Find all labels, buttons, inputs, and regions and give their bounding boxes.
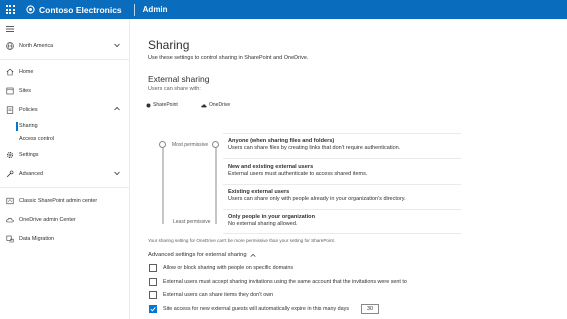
policies-icon — [6, 106, 14, 114]
sidebar-item-classic-admin[interactable]: Classic SharePoint admin center — [0, 194, 130, 208]
option-description: Users can share only with people already… — [228, 196, 406, 202]
checkbox-same-account-label: External users must accept sharing invit… — [163, 279, 407, 285]
sidebar-item-label: OneDrive admin Center — [19, 217, 76, 223]
chevron-up-icon — [250, 253, 256, 257]
option-divider — [223, 133, 461, 134]
option-org-only: Only people in your organization No exte… — [228, 214, 315, 227]
sidebar-item-settings[interactable]: Settings — [0, 148, 130, 162]
cloud-icon — [6, 217, 14, 223]
hamburger-menu-icon[interactable] — [6, 26, 14, 32]
onedrive-note: Your sharing setting for OneDrive can't … — [148, 238, 336, 243]
home-icon — [6, 68, 14, 76]
option-description: Users can share files by creating links … — [228, 145, 401, 151]
most-permissive-label: Most permissive — [172, 142, 209, 148]
gear-icon — [6, 151, 14, 159]
migration-icon — [6, 235, 14, 243]
sharepoint-column-header: SharePoint — [146, 102, 178, 108]
chevron-up-icon — [114, 106, 120, 111]
checkbox-guest-expire-label: Site access for new external guests will… — [163, 306, 350, 312]
onedrive-icon — [201, 103, 207, 107]
option-title: New and existing external users — [228, 164, 314, 170]
sidebar-item-label: Sites — [19, 88, 31, 94]
sharepoint-label: SharePoint — [153, 102, 178, 108]
users-can-share-label: Users can share with: — [148, 86, 201, 92]
option-existing-external: Existing external users Users can share … — [228, 189, 406, 202]
sharepoint-slider-thumb[interactable] — [159, 141, 166, 148]
chevron-down-icon — [114, 171, 120, 176]
option-title: Only people in your organization — [228, 214, 316, 220]
sidebar-item-advanced[interactable]: Advanced — [0, 167, 130, 181]
onedrive-column-header: OneDrive — [201, 102, 230, 108]
sidebar-item-sharing[interactable]: Sharing — [19, 123, 38, 129]
sidebar-item-home[interactable]: Home — [0, 65, 130, 79]
topbar-divider — [133, 3, 135, 16]
advanced-settings-heading: Advanced settings for external sharing — [148, 252, 247, 258]
sidebar: North America Home Sites Policies Sharin… — [0, 19, 130, 319]
checkbox-domains-label: Allow or block sharing with people on sp… — [163, 265, 294, 271]
expire-days-input[interactable]: 30 — [361, 304, 379, 314]
sidebar-item-sites[interactable]: Sites — [0, 84, 130, 98]
option-description: No external sharing allowed. — [228, 221, 298, 227]
active-indicator — [16, 122, 18, 131]
sharepoint-icon — [146, 103, 151, 107]
region-selector[interactable]: North America — [0, 39, 130, 53]
sidebar-item-label: Home — [19, 69, 34, 75]
checkbox-guest-expire[interactable] — [149, 305, 157, 313]
waffle-icon — [5, 5, 15, 14]
sidebar-item-label: Advanced — [19, 171, 43, 177]
sidebar-item-data-migration[interactable]: Data Migration — [0, 232, 130, 246]
option-anyone: Anyone (when sharing files and folders) … — [228, 138, 400, 151]
option-title: Anyone (when sharing files and folders) — [228, 138, 335, 144]
onedrive-slider-thumb[interactable] — [212, 141, 219, 148]
sidebar-item-label: Classic SharePoint admin center — [19, 198, 98, 204]
option-new-existing-external: New and existing external users External… — [228, 164, 367, 177]
brand-name: Contoso Electronics — [39, 4, 122, 15]
top-bar: Contoso Electronics Admin — [0, 0, 567, 19]
sidebar-item-policies[interactable]: Policies — [0, 103, 130, 117]
external-sharing-heading: External sharing — [148, 74, 210, 84]
sidebar-divider — [0, 187, 130, 188]
main-content: Sharing Use these settings to control sh… — [131, 19, 567, 319]
option-divider — [223, 209, 461, 210]
advanced-settings-toggle[interactable]: Advanced settings for external sharing — [148, 252, 256, 258]
onedrive-label: OneDrive — [209, 102, 231, 108]
onedrive-slider-track[interactable] — [215, 145, 217, 224]
sites-icon — [6, 87, 14, 95]
chevron-down-icon — [114, 43, 120, 48]
sharepoint-icon — [6, 197, 14, 205]
sidebar-item-onedrive-admin[interactable]: OneDrive admin Center — [0, 213, 130, 227]
option-description: External users must authenticate to acce… — [228, 171, 368, 177]
sidebar-divider — [0, 59, 130, 60]
admin-label: Admin — [142, 5, 168, 14]
page-title: Sharing — [148, 38, 190, 52]
option-divider — [223, 233, 461, 234]
contoso-logo-icon — [26, 5, 35, 14]
globe-icon — [6, 42, 14, 50]
sidebar-item-label: Data Migration — [19, 236, 55, 242]
option-divider — [223, 158, 461, 159]
region-label: North America — [19, 43, 54, 49]
checkbox-share-not-owned[interactable] — [149, 291, 157, 299]
sharepoint-slider-track[interactable] — [162, 145, 164, 224]
wrench-icon — [6, 170, 14, 178]
app-launcher-button[interactable] — [0, 0, 20, 19]
sidebar-item-access-control[interactable]: Access control — [19, 136, 54, 142]
checkbox-same-account[interactable] — [149, 278, 157, 286]
checkbox-share-not-owned-label: External users can share items they don'… — [163, 292, 274, 298]
sidebar-item-label: Settings — [19, 152, 39, 158]
least-permissive-label: Least permissive — [173, 219, 211, 225]
option-divider — [223, 184, 461, 185]
checkmark-icon — [150, 307, 156, 312]
checkbox-domains[interactable] — [149, 264, 157, 272]
brand[interactable]: Contoso Electronics — [26, 5, 122, 15]
page-intro: Use these settings to control sharing in… — [148, 55, 309, 61]
option-title: Existing external users — [228, 189, 290, 195]
sidebar-item-label: Policies — [19, 107, 38, 113]
